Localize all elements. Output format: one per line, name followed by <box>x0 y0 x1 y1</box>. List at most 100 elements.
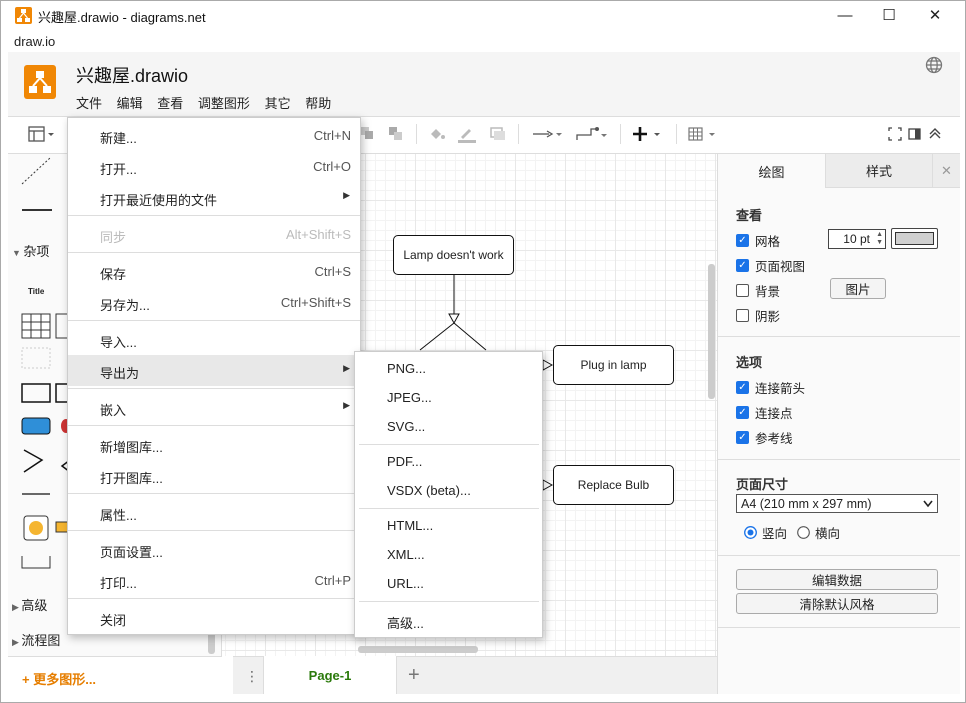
menu-separator <box>68 493 360 494</box>
portrait-radio[interactable]: 竖向 <box>744 523 787 542</box>
section-label: 杂项 <box>23 244 50 259</box>
menu-item-open[interactable]: 打开... Ctrl+O <box>68 151 360 182</box>
sidebar-section-flowchart[interactable]: ▶ 流程图 <box>12 630 60 649</box>
insert-plus-icon[interactable] <box>632 125 664 146</box>
shadow-icon[interactable] <box>490 127 506 144</box>
shadow-label: 阴影 <box>755 310 781 324</box>
menu-shortcut: Ctrl+O <box>313 159 351 174</box>
shadow-checkbox[interactable]: 阴影 <box>736 306 780 325</box>
menu-item-new[interactable]: 新建... Ctrl+N <box>68 120 360 151</box>
guides-checkbox[interactable]: ✓ 参考线 <box>736 428 793 447</box>
menu-separator <box>68 530 360 531</box>
connection-arrow-icon[interactable] <box>532 127 564 144</box>
connection-arrows-checkbox[interactable]: ✓ 连接箭头 <box>736 378 805 397</box>
page-size-select[interactable]: A4 (210 mm x 297 mm) <box>736 494 938 513</box>
line-color-icon[interactable] <box>456 125 478 146</box>
minimize-button[interactable]: — <box>822 0 868 30</box>
menu-view[interactable]: 查看 <box>157 96 183 111</box>
export-advanced[interactable]: 高级... <box>355 607 542 635</box>
waypoints-icon[interactable] <box>575 125 609 146</box>
node-plug-in-lamp[interactable]: Plug in lamp <box>553 345 674 385</box>
background-checkbox[interactable]: 背景 <box>736 281 780 300</box>
file-menu-dropdown: 新建... Ctrl+N 打开... Ctrl+O 打开最近使用的文件 ▶ 同步 Alt… <box>67 117 361 635</box>
menu-separator <box>68 598 360 599</box>
menu-extras[interactable]: 其它 <box>265 96 291 111</box>
tab-style[interactable]: 样式 <box>825 154 932 188</box>
menu-item-save-as[interactable]: 另存为... Ctrl+Shift+S <box>68 287 360 318</box>
close-panel-icon[interactable]: ✕ <box>932 154 960 188</box>
export-svg[interactable]: SVG... <box>355 413 542 441</box>
add-page-button[interactable]: + <box>408 664 420 687</box>
export-url[interactable]: URL... <box>355 570 542 598</box>
chevron-right-icon: ▶ <box>12 637 22 647</box>
page-size-section-title: 页面尺寸 <box>736 477 789 492</box>
spinner-arrows-icon[interactable]: ▲ ▼ <box>876 231 883 247</box>
toolbar-divider <box>676 124 677 144</box>
menu-item-save[interactable]: 保存 Ctrl+S <box>68 256 360 287</box>
menu-item-properties[interactable]: 属性... <box>68 497 360 528</box>
landscape-radio[interactable]: 横向 <box>797 523 840 542</box>
menu-item-close[interactable]: 关闭 <box>68 602 360 633</box>
section-divider <box>717 555 960 556</box>
menu-item-page-setup[interactable]: 页面设置... <box>68 534 360 565</box>
menu-arrange[interactable]: 调整图形 <box>198 96 250 111</box>
canvas-vertical-scrollbar[interactable] <box>708 264 715 399</box>
menu-item-import[interactable]: 导入... <box>68 324 360 355</box>
export-vsdx[interactable]: VSDX (beta)... <box>355 477 542 505</box>
clear-default-style-button[interactable]: 清除默认风格 <box>736 593 938 614</box>
table-icon[interactable] <box>688 126 720 145</box>
export-png[interactable]: PNG... <box>355 355 542 383</box>
grid-checkbox[interactable]: ✓ 网格 <box>736 231 780 250</box>
pages-menu-icon[interactable]: ⋮ <box>245 668 259 685</box>
node-lamp-doesnt-work[interactable]: Lamp doesn't work <box>393 235 514 275</box>
menu-edit[interactable]: 编辑 <box>117 96 143 111</box>
canvas-horizontal-scrollbar[interactable] <box>358 646 478 653</box>
fullscreen-icon[interactable] <box>888 127 902 144</box>
sidebar-section-advanced[interactable]: ▶ 高级 <box>12 595 47 614</box>
panel-layout-icon[interactable] <box>28 125 56 146</box>
menu-help[interactable]: 帮助 <box>305 96 331 111</box>
title-shape[interactable]: Title <box>28 287 44 296</box>
export-html[interactable]: HTML... <box>355 512 542 540</box>
menu-shortcut: Ctrl+S <box>314 264 351 279</box>
globe-icon[interactable] <box>925 56 943 74</box>
menu-item-open-recent[interactable]: 打开最近使用的文件 ▶ <box>68 182 360 213</box>
menu-item-embed[interactable]: 嵌入 ▶ <box>68 392 360 423</box>
format-panel-toggle-icon[interactable] <box>908 127 922 144</box>
fill-color-icon[interactable] <box>428 126 446 145</box>
collapse-chevron-icon[interactable] <box>928 126 942 143</box>
menu-item-print[interactable]: 打印... Ctrl+P <box>68 565 360 596</box>
connection-points-checkbox[interactable]: ✓ 连接点 <box>736 403 793 422</box>
export-xml[interactable]: XML... <box>355 541 542 569</box>
close-window-button[interactable]: ✕ <box>912 0 958 30</box>
app-menu-bar: 文件 编辑 查看 调整图形 其它 帮助 <box>76 93 342 111</box>
grid-size-input[interactable]: 10 pt ▲ ▼ <box>828 229 886 249</box>
menu-separator <box>68 388 360 389</box>
to-front-icon[interactable] <box>388 126 404 145</box>
page-view-checkbox[interactable]: ✓ 页面视图 <box>736 256 805 275</box>
chevron-right-icon: ▶ <box>12 602 22 612</box>
edit-data-button[interactable]: 编辑数据 <box>736 569 938 590</box>
menu-item-export-as[interactable]: 导出为 ▶ <box>68 355 360 386</box>
file-title[interactable]: 兴趣屋.drawio <box>76 62 188 88</box>
menu-label: XML... <box>387 547 425 562</box>
menu-file[interactable]: 文件 <box>76 96 102 111</box>
tab-diagram[interactable]: 绘图 <box>718 154 825 188</box>
sidebar-section-misc[interactable]: ▼ 杂项 <box>12 241 49 260</box>
more-shapes-button[interactable]: + 更多图形... <box>8 656 222 694</box>
tab-page-1[interactable]: Page-1 <box>263 656 397 694</box>
export-jpeg[interactable]: JPEG... <box>355 384 542 412</box>
export-pdf[interactable]: PDF... <box>355 448 542 476</box>
maximize-button[interactable]: ☐ <box>866 0 912 30</box>
chevron-down-icon: ▼ <box>12 248 24 258</box>
grid-color-button[interactable] <box>891 228 938 249</box>
menu-item-new-library[interactable]: 新增图库... <box>68 429 360 460</box>
node-replace-bulb[interactable]: Replace Bulb <box>553 465 674 505</box>
background-image-button[interactable]: 图片 <box>830 278 886 299</box>
to-back-icon[interactable] <box>360 126 374 143</box>
menu-item-open-library[interactable]: 打开图库... <box>68 460 360 491</box>
menu-label: 另存为... <box>100 298 150 313</box>
os-menu-drawio[interactable]: draw.io <box>14 34 55 49</box>
checkbox-unchecked-icon <box>736 284 749 297</box>
portrait-label: 竖向 <box>762 527 788 541</box>
